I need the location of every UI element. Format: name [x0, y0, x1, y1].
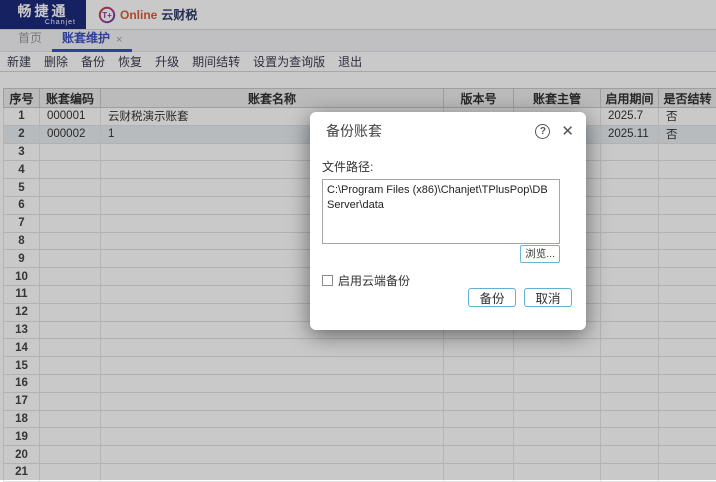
help-icon[interactable]: ?	[535, 124, 550, 139]
dialog-titlebar: 备份账套 ? ✕	[310, 112, 586, 141]
backup-button[interactable]: 备份	[468, 288, 516, 307]
dialog-body: 文件路径: C:\Program Files (x86)\Chanjet\TPl…	[310, 158, 586, 289]
cloud-backup-checkbox[interactable]	[322, 275, 333, 286]
dialog-title: 备份账套	[326, 121, 535, 141]
browse-button[interactable]: 浏览...	[520, 245, 560, 263]
file-path-input[interactable]: C:\Program Files (x86)\Chanjet\TPlusPop\…	[322, 179, 560, 244]
backup-account-dialog: 备份账套 ? ✕ 文件路径: C:\Program Files (x86)\Ch…	[310, 112, 586, 330]
cloud-backup-label: 启用云端备份	[338, 272, 410, 289]
close-icon[interactable]: ✕	[561, 124, 574, 139]
file-path-label: 文件路径:	[322, 158, 574, 175]
dialog-footer: 备份 取消	[468, 288, 572, 307]
cancel-button[interactable]: 取消	[524, 288, 572, 307]
